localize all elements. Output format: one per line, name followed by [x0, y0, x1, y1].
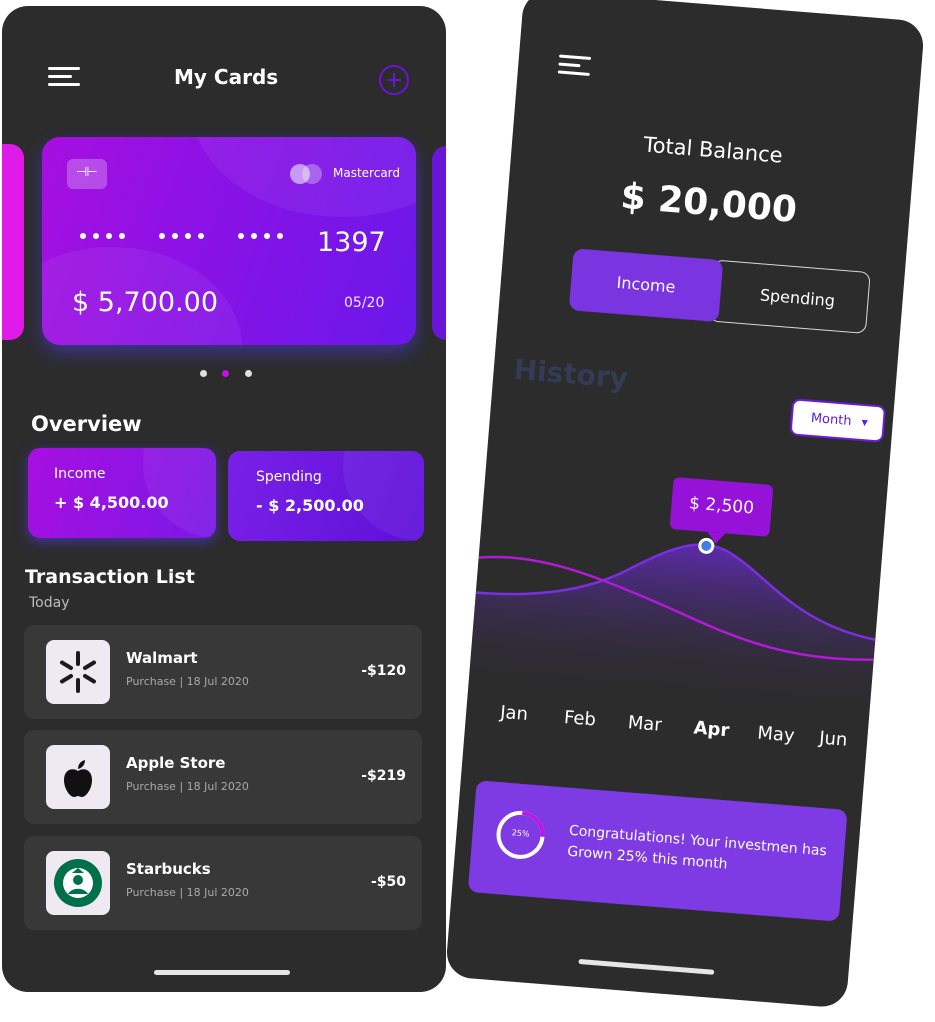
period-select-label: Month: [810, 410, 853, 430]
masked-digits-group: [238, 233, 283, 239]
transaction-date-group: Today: [29, 595, 70, 611]
transaction-row[interactable]: Walmart Purchase | 18 Jul 2020 -$120: [24, 625, 422, 719]
income-value: + $ 4,500.00: [54, 493, 169, 512]
transaction-meta: Purchase | 18 Jul 2020: [126, 675, 249, 688]
home-indicator[interactable]: [154, 970, 290, 975]
congrats-message: Congratulations! Your investmen has Grow…: [566, 822, 828, 873]
month-label[interactable]: May: [757, 723, 796, 747]
transaction-name: Starbucks: [126, 860, 211, 878]
total-balance-value: $ 20,000: [619, 175, 799, 231]
history-label: History: [512, 352, 630, 395]
balance-screen: Total Balance $ 20,000 Spending Income H…: [444, 0, 926, 1009]
history-chart[interactable]: [468, 488, 885, 720]
income-tab[interactable]: Income: [568, 248, 724, 323]
card-balance: $ 5,700.00: [72, 287, 218, 318]
transaction-name: Apple Store: [126, 754, 226, 772]
income-overview-card[interactable]: Income + $ 4,500.00: [28, 448, 216, 538]
mastercard-logo-icon: [290, 164, 326, 186]
overview-title: Overview: [31, 412, 142, 436]
transaction-name: Walmart: [126, 649, 198, 667]
progress-ring: 25%: [493, 807, 549, 863]
spending-tab-label: Spending: [759, 285, 836, 311]
transaction-list-title: Transaction List: [25, 566, 195, 588]
transaction-amount: -$120: [361, 663, 406, 679]
transaction-amount: -$50: [370, 874, 406, 890]
month-label[interactable]: Jan: [499, 702, 528, 725]
investment-banner[interactable]: 25% Congratulations! Your investmen has …: [467, 780, 848, 922]
transaction-row[interactable]: Apple Store Purchase | 18 Jul 2020 -$219: [24, 730, 422, 824]
income-label: Income: [54, 466, 106, 482]
my-cards-screen: My Cards ⊣⊢ Mastercard 1397 $ 5,700.00 0…: [2, 6, 446, 992]
month-label[interactable]: Mar: [627, 712, 663, 736]
spending-label: Spending: [256, 469, 322, 485]
transaction-amount: -$219: [361, 768, 406, 784]
period-select[interactable]: Month ▼: [789, 398, 887, 443]
spending-value: - $ 2,500.00: [256, 496, 364, 515]
income-area: [468, 544, 876, 720]
card-expiry: 05/20: [344, 295, 385, 311]
spending-tab[interactable]: Spending: [708, 259, 871, 334]
pager-dot[interactable]: [245, 370, 252, 377]
income-tab-label: Income: [615, 272, 677, 297]
home-indicator[interactable]: [578, 958, 715, 975]
next-card-peek[interactable]: [432, 146, 446, 340]
starbucks-logo-icon: [46, 851, 110, 915]
month-label-active[interactable]: Apr: [693, 717, 730, 741]
hamburger-menu-icon[interactable]: [557, 54, 592, 78]
transaction-row[interactable]: Starbucks Purchase | 18 Jul 2020 -$50: [24, 836, 422, 930]
month-label[interactable]: Jun: [818, 728, 848, 751]
hamburger-menu-icon[interactable]: [48, 67, 80, 89]
previous-card-peek[interactable]: [2, 144, 24, 340]
month-label[interactable]: Feb: [563, 707, 596, 730]
masked-digits-group: [80, 233, 125, 239]
total-balance-label: Total Balance: [642, 132, 784, 168]
pager-dot-active[interactable]: [222, 370, 229, 377]
card-chip-icon: ⊣⊢: [67, 159, 107, 189]
transaction-meta: Purchase | 18 Jul 2020: [126, 780, 249, 793]
pager-dot[interactable]: [200, 370, 207, 377]
masked-digits-group: [159, 233, 204, 239]
apple-logo-icon: [46, 745, 110, 809]
credit-card[interactable]: ⊣⊢ Mastercard 1397 $ 5,700.00 05/20: [42, 137, 416, 345]
plus-circle-icon[interactable]: [379, 65, 409, 95]
walmart-logo-icon: [46, 640, 110, 704]
page-title: My Cards: [174, 65, 279, 89]
transaction-meta: Purchase | 18 Jul 2020: [126, 886, 249, 899]
spending-overview-card[interactable]: Spending - $ 2,500.00: [228, 451, 424, 541]
caret-down-icon: ▼: [861, 417, 869, 428]
card-last-four: 1397: [317, 227, 386, 258]
card-brand: Mastercard: [333, 166, 401, 180]
